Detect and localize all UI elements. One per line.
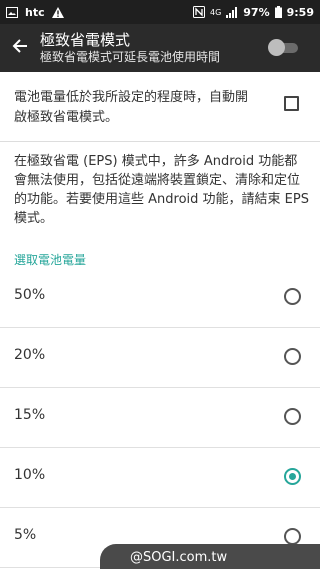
radio-button[interactable] <box>284 468 301 485</box>
auto-enable-label: 電池電量低於我所設定的程度時，自動開啟極致省電模式。 <box>14 90 249 125</box>
option-label: 10% <box>14 467 46 483</box>
radio-button[interactable] <box>284 408 301 425</box>
auto-enable-row[interactable]: 電池電量低於我所設定的程度時，自動開啟極致省電模式。 <box>0 80 320 142</box>
toggle-thumb <box>268 39 285 56</box>
page-subtitle: 極致省電模式可延長電池使用時間 <box>40 50 221 64</box>
app-bar: 極致省電模式 極致省電模式可延長電池使用時間 <box>0 24 320 72</box>
status-right: 4G 97% 9:59 <box>192 5 314 19</box>
page-title: 極致省電模式 <box>40 31 131 49</box>
eps-description: 在極致省電 (EPS) 模式中，許多 Android 功能都會無法使用，包括從遠… <box>14 154 309 226</box>
option-label: 20% <box>14 347 46 363</box>
option-10[interactable]: 10% <box>0 448 320 508</box>
status-bar: htc 4G 97% 9:59 <box>0 0 320 24</box>
signal-icon <box>226 6 238 18</box>
battery-icon <box>274 6 282 18</box>
back-button[interactable] <box>0 24 40 72</box>
option-label: 15% <box>14 407 46 423</box>
option-label: 50% <box>14 287 46 303</box>
section-label: 選取電池電量 <box>14 253 87 267</box>
option-50[interactable]: 50% <box>0 268 320 328</box>
app-bar-titles: 極致省電模式 極致省電模式可延長電池使用時間 <box>40 31 268 65</box>
option-15[interactable]: 15% <box>0 388 320 448</box>
battery-percent: 97% <box>243 5 270 19</box>
radio-button[interactable] <box>284 348 301 365</box>
radio-button[interactable] <box>284 528 301 545</box>
option-20[interactable]: 20% <box>0 328 320 388</box>
option-label: 5% <box>14 527 37 543</box>
nfc-icon <box>192 6 205 18</box>
htc-logo: htc <box>25 5 45 19</box>
clock: 9:59 <box>286 5 314 19</box>
image-icon <box>6 6 18 18</box>
auto-enable-checkbox[interactable] <box>284 96 299 111</box>
status-left: htc <box>6 6 64 19</box>
network-type: 4G <box>209 7 222 17</box>
eps-toggle[interactable] <box>268 36 302 60</box>
back-arrow-icon <box>12 38 28 58</box>
radio-button[interactable] <box>284 288 301 305</box>
watermark: @SOGI.com.tw <box>100 544 320 569</box>
warning-icon <box>51 6 64 18</box>
